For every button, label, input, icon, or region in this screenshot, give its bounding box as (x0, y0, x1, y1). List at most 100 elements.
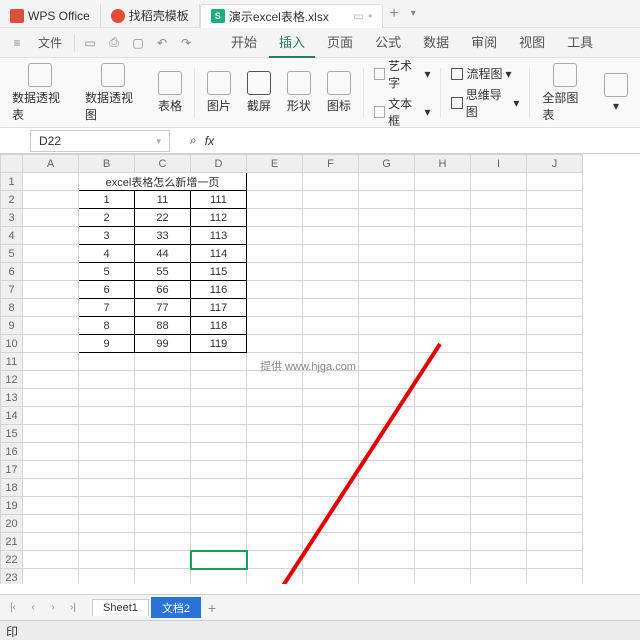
cell-J3[interactable] (527, 209, 583, 227)
cell-C7[interactable]: 66 (135, 281, 191, 299)
table-button[interactable]: 表格 (152, 69, 188, 116)
flowchart-button[interactable]: 流程图▾ (447, 64, 523, 83)
tab-menu-dropdown-icon[interactable]: ▾ (405, 8, 422, 19)
cell-F6[interactable] (303, 263, 359, 281)
cell-H16[interactable] (415, 443, 471, 461)
screenshot-button[interactable]: 截屏 (241, 69, 277, 116)
cell-A6[interactable] (23, 263, 79, 281)
cell-A23[interactable] (23, 569, 79, 585)
cell-E20[interactable] (247, 515, 303, 533)
row-header-21[interactable]: 21 (1, 533, 23, 551)
cell-G4[interactable] (359, 227, 415, 245)
cell-C12[interactable] (135, 371, 191, 389)
row-header-20[interactable]: 20 (1, 515, 23, 533)
cell-J10[interactable] (527, 335, 583, 353)
cell-B2[interactable]: 1 (79, 191, 135, 209)
row-header-17[interactable]: 17 (1, 461, 23, 479)
cell-A17[interactable] (23, 461, 79, 479)
cell-I14[interactable] (471, 407, 527, 425)
row-header-16[interactable]: 16 (1, 443, 23, 461)
cell-J13[interactable] (527, 389, 583, 407)
cell-H14[interactable] (415, 407, 471, 425)
cell-D20[interactable] (191, 515, 247, 533)
cell-C8[interactable]: 77 (135, 299, 191, 317)
cell-G22[interactable] (359, 551, 415, 569)
cell-A15[interactable] (23, 425, 79, 443)
cell-I1[interactable] (471, 173, 527, 191)
cell-E23[interactable] (247, 569, 303, 585)
cell-B3[interactable]: 2 (79, 209, 135, 227)
cell-E6[interactable] (247, 263, 303, 281)
cell-E17[interactable] (247, 461, 303, 479)
save-icon[interactable]: ▭ (79, 32, 101, 54)
cell-J18[interactable] (527, 479, 583, 497)
row-header-9[interactable]: 9 (1, 317, 23, 335)
cell-A21[interactable] (23, 533, 79, 551)
cell-I3[interactable] (471, 209, 527, 227)
undo-icon[interactable]: ↶ (151, 32, 173, 54)
cell-I6[interactable] (471, 263, 527, 281)
tab-review[interactable]: 审阅 (461, 28, 507, 58)
app-tab-docer[interactable]: 找稻壳模板 (101, 4, 200, 28)
mindmap-button[interactable]: 思维导图▾ (447, 85, 523, 121)
tab-formula[interactable]: 公式 (365, 28, 411, 58)
cell-A20[interactable] (23, 515, 79, 533)
cell-C11[interactable] (135, 353, 191, 371)
cell-E18[interactable] (247, 479, 303, 497)
cell-A8[interactable] (23, 299, 79, 317)
cell-B9[interactable]: 8 (79, 317, 135, 335)
cell-J12[interactable] (527, 371, 583, 389)
cell-H22[interactable] (415, 551, 471, 569)
cell-A16[interactable] (23, 443, 79, 461)
cell-A7[interactable] (23, 281, 79, 299)
cell-F15[interactable] (303, 425, 359, 443)
cell-C9[interactable]: 88 (135, 317, 191, 335)
cell-C21[interactable] (135, 533, 191, 551)
cell-I7[interactable] (471, 281, 527, 299)
cell-I8[interactable] (471, 299, 527, 317)
cell-I20[interactable] (471, 515, 527, 533)
cell-G20[interactable] (359, 515, 415, 533)
cell-J1[interactable] (527, 173, 583, 191)
cell-E1[interactable] (247, 173, 303, 191)
cell-D6[interactable]: 115 (191, 263, 247, 281)
cell-D4[interactable]: 113 (191, 227, 247, 245)
cell-H2[interactable] (415, 191, 471, 209)
cell-F23[interactable] (303, 569, 359, 585)
cell-E9[interactable] (247, 317, 303, 335)
cell-C5[interactable]: 44 (135, 245, 191, 263)
cell-C18[interactable] (135, 479, 191, 497)
cell-E13[interactable] (247, 389, 303, 407)
col-header-F[interactable]: F (303, 155, 359, 173)
cell-D14[interactable] (191, 407, 247, 425)
cell-H1[interactable] (415, 173, 471, 191)
cell-H4[interactable] (415, 227, 471, 245)
cell-C23[interactable] (135, 569, 191, 585)
col-header-I[interactable]: I (471, 155, 527, 173)
spreadsheet-grid[interactable]: ABCDEFGHIJ1excel表格怎么新增一页2111111322211243… (0, 154, 640, 584)
col-header-E[interactable]: E (247, 155, 303, 173)
cell-H10[interactable] (415, 335, 471, 353)
cell-A18[interactable] (23, 479, 79, 497)
cell-E4[interactable] (247, 227, 303, 245)
wordart-button[interactable]: 艺术字▾ (370, 56, 435, 92)
cell-I10[interactable] (471, 335, 527, 353)
cell-B7[interactable]: 6 (79, 281, 135, 299)
tab-start[interactable]: 开始 (221, 28, 267, 58)
cell-D21[interactable] (191, 533, 247, 551)
cell-D18[interactable] (191, 479, 247, 497)
cell-E15[interactable] (247, 425, 303, 443)
col-header-C[interactable]: C (135, 155, 191, 173)
cell-E19[interactable] (247, 497, 303, 515)
cell-B19[interactable] (79, 497, 135, 515)
cell-F22[interactable] (303, 551, 359, 569)
cell-D2[interactable]: 111 (191, 191, 247, 209)
cell-J21[interactable] (527, 533, 583, 551)
cell-D23[interactable] (191, 569, 247, 585)
cell-A13[interactable] (23, 389, 79, 407)
cell-F18[interactable] (303, 479, 359, 497)
cell-H23[interactable] (415, 569, 471, 585)
cell-B5[interactable]: 4 (79, 245, 135, 263)
cell-G18[interactable] (359, 479, 415, 497)
cell-A19[interactable] (23, 497, 79, 515)
